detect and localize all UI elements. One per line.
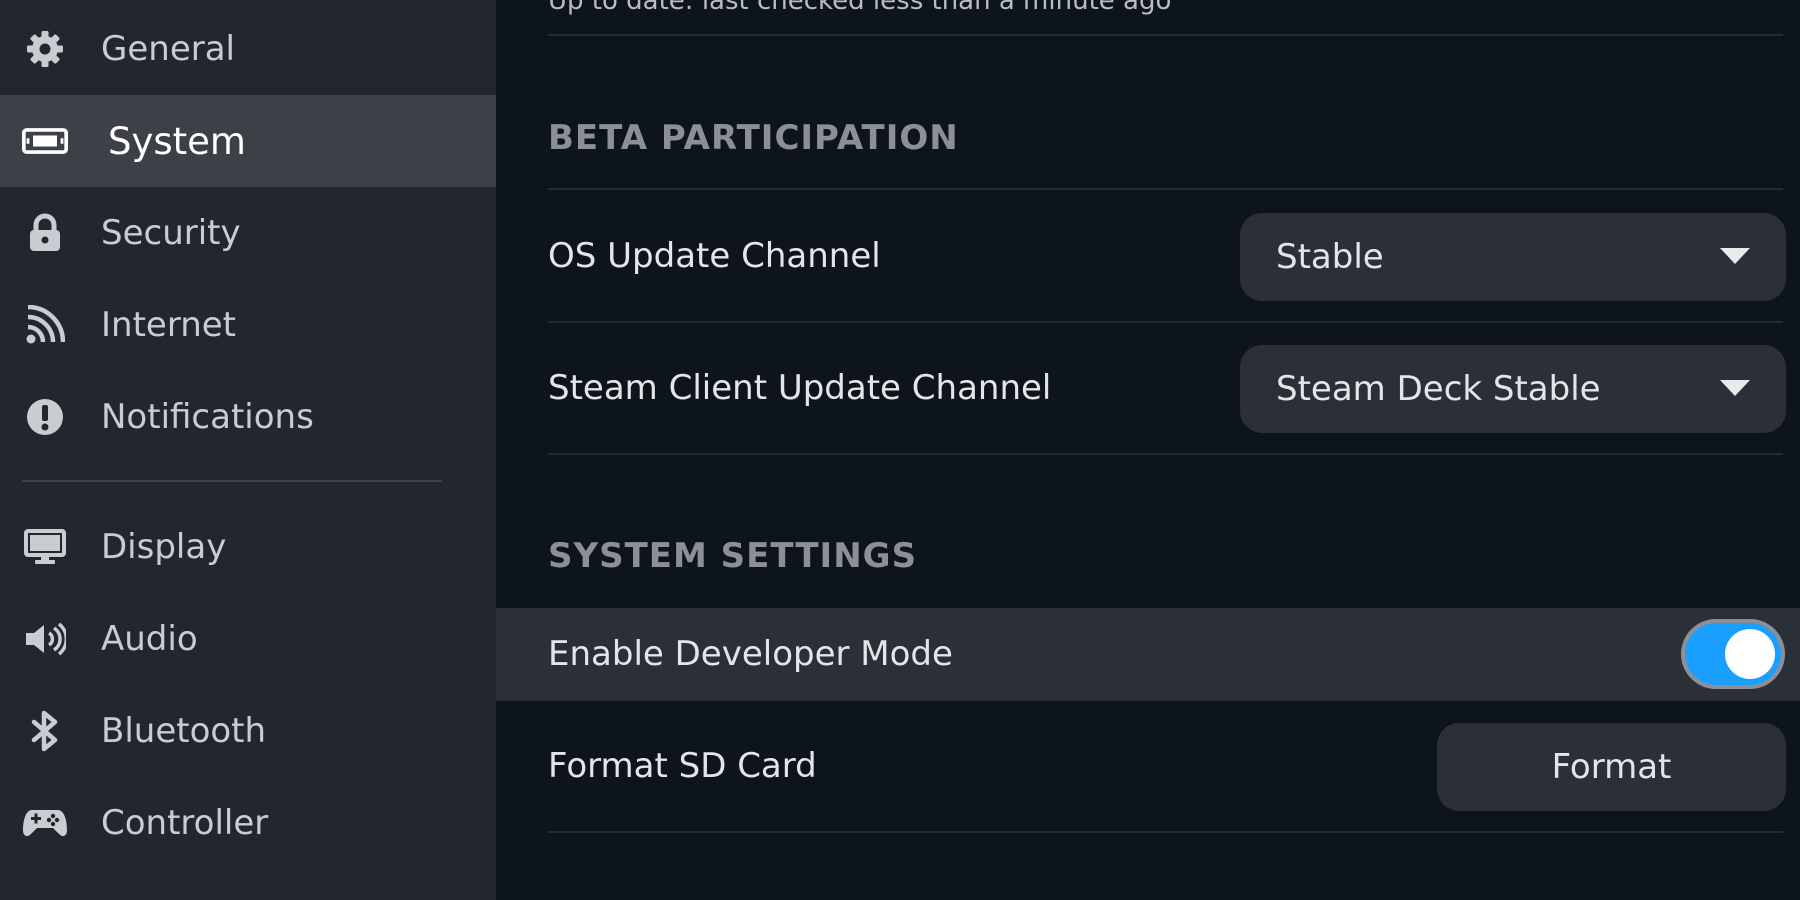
sidebar-item-label: Controller bbox=[101, 803, 269, 843]
sidebar-item-display[interactable]: Display bbox=[0, 501, 496, 593]
settings-content: Up to date: last checked less than a min… bbox=[496, 0, 1800, 900]
sidebar-item-system[interactable]: System bbox=[0, 95, 496, 187]
os-update-channel-value: Stable bbox=[1276, 237, 1384, 277]
chevron-down-icon bbox=[1720, 248, 1750, 264]
sidebar-item-internet[interactable]: Internet bbox=[0, 279, 496, 371]
system-settings-heading: SYSTEM SETTINGS bbox=[548, 536, 918, 576]
os-update-channel-label: OS Update Channel bbox=[548, 236, 881, 276]
settings-window: General System Security Internet Notific… bbox=[0, 0, 1800, 900]
sidebar-item-general[interactable]: General bbox=[0, 3, 496, 95]
sidebar-item-label: Security bbox=[101, 213, 241, 253]
sidebar-item-label: Bluetooth bbox=[101, 711, 267, 751]
speaker-icon bbox=[22, 616, 68, 662]
developer-mode-label: Enable Developer Mode bbox=[548, 634, 953, 674]
chevron-down-icon bbox=[1720, 380, 1750, 396]
wifi-icon bbox=[22, 302, 68, 348]
client-update-channel-label: Steam Client Update Channel bbox=[548, 368, 1052, 408]
sidebar-item-label: Audio bbox=[101, 619, 198, 659]
monitor-icon bbox=[22, 524, 68, 570]
divider bbox=[548, 453, 1783, 455]
format-button[interactable]: Format bbox=[1437, 723, 1786, 811]
sidebar-item-label: Display bbox=[101, 527, 227, 567]
format-sd-card-label: Format SD Card bbox=[548, 746, 817, 786]
divider bbox=[548, 321, 1783, 323]
alert-icon bbox=[22, 394, 68, 440]
gamepad-icon bbox=[22, 800, 68, 846]
developer-mode-toggle[interactable] bbox=[1685, 623, 1781, 685]
os-update-channel-dropdown[interactable]: Stable bbox=[1240, 213, 1786, 301]
toggle-knob bbox=[1725, 629, 1775, 679]
sidebar-item-label: General bbox=[101, 29, 235, 69]
sidebar-item-bluetooth[interactable]: Bluetooth bbox=[0, 685, 496, 777]
sidebar-item-notifications[interactable]: Notifications bbox=[0, 371, 496, 463]
lock-icon bbox=[22, 210, 68, 256]
gear-icon bbox=[22, 26, 68, 72]
beta-participation-heading: BETA PARTICIPATION bbox=[548, 118, 959, 158]
sidebar-divider bbox=[22, 480, 442, 482]
divider bbox=[548, 188, 1783, 190]
divider bbox=[548, 831, 1783, 833]
system-icon bbox=[22, 118, 68, 164]
update-status-text: Up to date: last checked less than a min… bbox=[548, 0, 1172, 16]
sidebar-item-label: System bbox=[108, 119, 246, 163]
sidebar-item-security[interactable]: Security bbox=[0, 187, 496, 279]
format-button-label: Format bbox=[1551, 747, 1672, 787]
sidebar-item-audio[interactable]: Audio bbox=[0, 593, 496, 685]
divider bbox=[548, 34, 1783, 36]
bluetooth-icon bbox=[22, 708, 68, 754]
sidebar-item-label: Internet bbox=[101, 305, 237, 345]
client-update-channel-dropdown[interactable]: Steam Deck Stable bbox=[1240, 345, 1786, 433]
sidebar-item-controller[interactable]: Controller bbox=[0, 777, 496, 869]
settings-sidebar: General System Security Internet Notific… bbox=[0, 0, 496, 900]
client-update-channel-value: Steam Deck Stable bbox=[1276, 369, 1601, 409]
sidebar-item-label: Notifications bbox=[101, 397, 314, 437]
